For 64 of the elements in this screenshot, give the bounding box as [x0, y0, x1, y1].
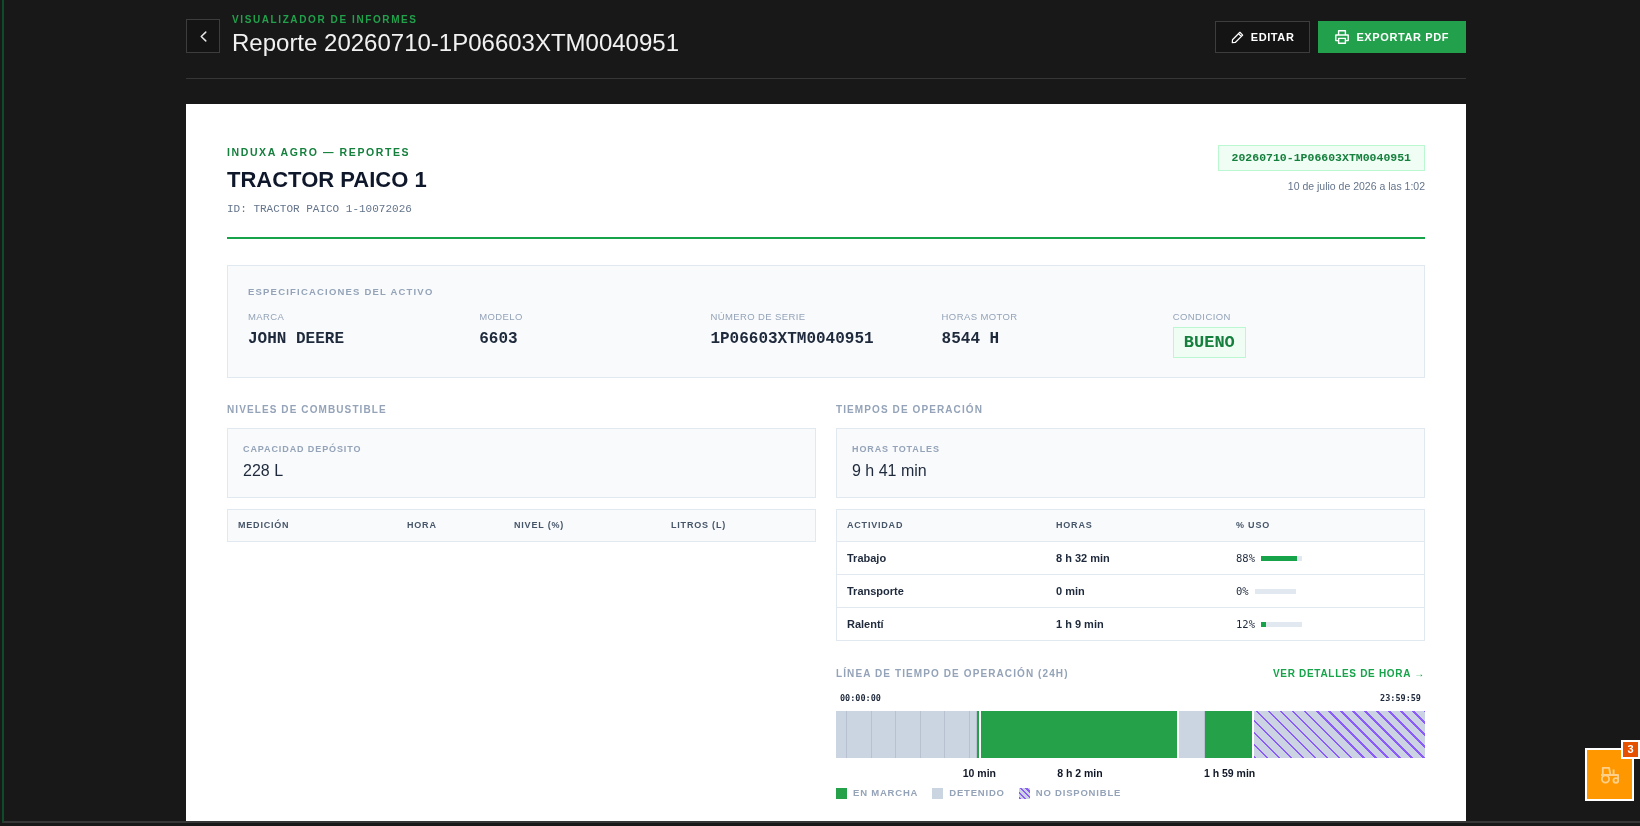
- spec-value: 6603: [479, 330, 518, 348]
- spec-label: MARCA: [248, 311, 285, 322]
- usage-value: 0%: [1236, 584, 1249, 598]
- spec-value: 1P06603XTM0040951: [710, 330, 874, 348]
- summary-label: CAPACIDAD DEPÓSITO: [243, 444, 363, 455]
- back-button[interactable]: [186, 19, 220, 53]
- time-label: 00:00:00: [840, 693, 881, 704]
- duration-label: 1 h 59 min: [1203, 767, 1256, 780]
- summary-value: 9 h 41 min: [852, 461, 928, 481]
- report-code: 20260710-1P06603XTM0040951: [1217, 145, 1425, 171]
- pencil-icon: [1230, 30, 1244, 44]
- column-header: HORAS: [1055, 520, 1093, 531]
- column-header: LITROS (L): [670, 520, 726, 531]
- page-title: Reporte 20260710-1P06603XTM0040951: [232, 28, 679, 58]
- timeline-segment: [895, 711, 921, 758]
- section-title: NIVELES DE COMBUSTIBLE: [227, 404, 388, 416]
- section-title: TIEMPOS DE OPERACIÓN: [836, 404, 984, 416]
- details-link[interactable]: VER DETALLES DE HORA →: [1272, 668, 1425, 680]
- notification-count: 3: [1621, 740, 1640, 759]
- table-cell-text: Transporte: [846, 584, 904, 598]
- table-cell-text: Ralentí: [846, 617, 884, 631]
- brand-label: INDUXA AGRO — REPORTES: [227, 145, 411, 159]
- spec-label: CONDICION: [1172, 311, 1231, 322]
- duration-label: 8 h 2 min: [1057, 767, 1103, 780]
- legend-label: DETENIDO: [949, 787, 1005, 799]
- legend-swatch-icon: [932, 787, 944, 799]
- time-label: 23:59:59: [1380, 693, 1421, 704]
- summary-value: 228 L: [243, 461, 285, 481]
- usage-value: 88%: [1236, 551, 1255, 565]
- spec-label: MODELO: [479, 311, 523, 322]
- column-header: % USO: [1235, 520, 1270, 531]
- column-header: NIVEL (%): [513, 520, 565, 531]
- table-cell-text: Trabajo: [846, 551, 887, 565]
- edit-button[interactable]: EDITAR: [1214, 21, 1311, 53]
- asset-id: ID: TRACTOR PAICO 1-10072026: [227, 203, 412, 215]
- column-header: ACTIVIDAD: [846, 520, 904, 531]
- tractor-icon: [1598, 765, 1621, 784]
- spec-value: JOHN DEERE: [248, 330, 344, 348]
- table-cell-text: 0 min: [1055, 584, 1085, 598]
- export-pdf-button[interactable]: EXPORTAR PDF: [1318, 21, 1466, 53]
- timeline-segment: [920, 711, 945, 758]
- summary-label: HORAS TOTALES: [852, 444, 941, 455]
- asset-title: TRACTOR PAICO 1: [227, 166, 427, 194]
- specs-title: ESPECIFICACIONES DEL ACTIVO: [248, 286, 435, 298]
- spec-label: NÚMERO DE SERIE: [710, 311, 806, 322]
- duration-label: 10 min: [962, 767, 996, 780]
- chevron-left-icon: [199, 30, 207, 42]
- table-cell-text: 8 h 32 min: [1055, 551, 1110, 565]
- spec-label: HORAS MOTOR: [941, 311, 1018, 322]
- report-date: 10 de julio de 2026 a las 1:02: [1287, 180, 1425, 192]
- printer-icon: [1335, 30, 1350, 44]
- timeline-title: LÍNEA DE TIEMPO DE OPERACIÓN (24H): [836, 668, 1069, 680]
- column-header: MEDICIÓN: [237, 520, 290, 531]
- legend-label: EN MARCHA: [853, 787, 919, 799]
- spec-value: 8544 H: [941, 330, 1000, 348]
- page-subtitle: VISUALIZADOR DE INFORMES: [232, 14, 419, 26]
- column-header: HORA: [406, 520, 437, 531]
- legend-label: NO DISPONIBLE: [1035, 787, 1122, 799]
- legend-swatch-icon: [1018, 787, 1030, 799]
- usage-value: 12%: [1236, 617, 1255, 631]
- legend-swatch-icon: [836, 787, 847, 799]
- condition-badge: BUENO: [1172, 327, 1246, 358]
- timeline-segment: [871, 711, 896, 758]
- table-cell-text: 1 h 9 min: [1055, 617, 1104, 631]
